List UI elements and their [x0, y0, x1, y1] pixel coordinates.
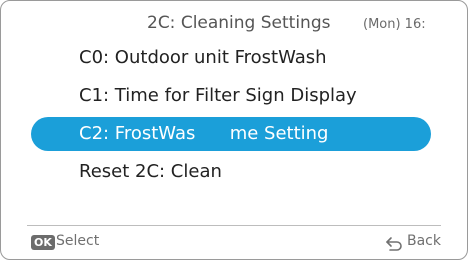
select-hint: Select: [56, 233, 100, 249]
back-arrow-icon[interactable]: [385, 236, 403, 252]
menu-item-c1[interactable]: C1: Time for Filter Sign Display: [31, 79, 431, 113]
menu-item-label: C2: FrostWas me Setting: [79, 123, 329, 144]
menu-item-c0[interactable]: C0: Outdoor unit FrostWash: [31, 41, 431, 75]
menu-item-label: C1: Time for Filter Sign Display: [79, 85, 357, 106]
menu-item-label: C0: Outdoor unit FrostWash: [79, 47, 327, 68]
menu-item-reset[interactable]: Reset 2C: Clean: [31, 155, 431, 189]
header: 2C: Cleaning Settings (Mon) 16:: [1, 11, 467, 39]
back-hint: Back: [407, 233, 441, 249]
ok-key-icon: OK: [31, 235, 55, 250]
settings-screen: 2C: Cleaning Settings (Mon) 16: C0: Outd…: [0, 0, 468, 260]
footer: OK Select Back: [1, 233, 467, 255]
menu-item-c2[interactable]: C2: FrostWas me Setting: [31, 117, 431, 151]
footer-divider: [27, 225, 441, 226]
page-title: 2C: Cleaning Settings: [147, 13, 331, 33]
menu-item-label: Reset 2C: Clean: [79, 161, 222, 182]
clock-display: (Mon) 16:: [363, 17, 426, 32]
